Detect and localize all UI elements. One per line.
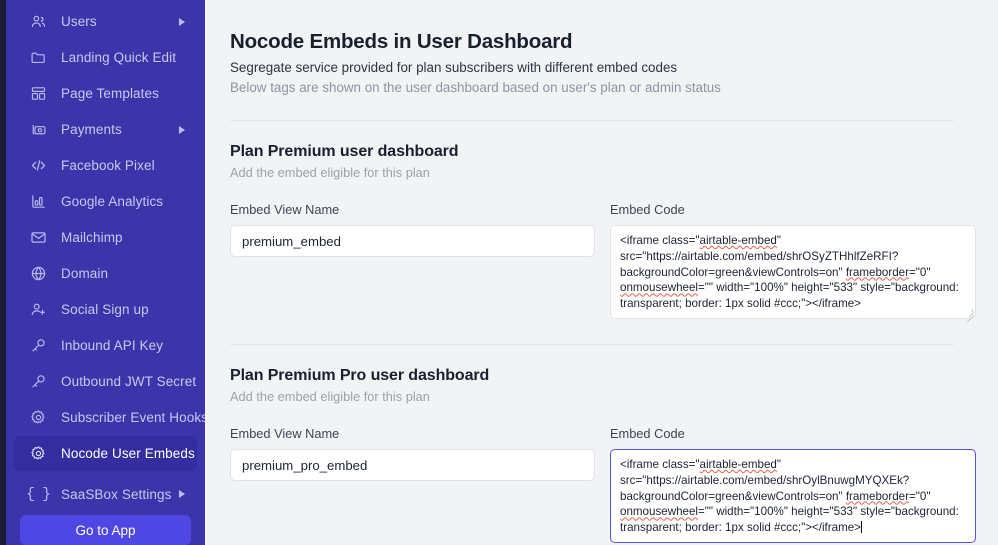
key-icon (28, 336, 48, 356)
section-subtitle: Add the embed eligible for this plan (230, 165, 430, 180)
sidebar-item-nocode-user-embeds[interactable]: Nocode User Embeds (14, 436, 197, 471)
embed-code-field-group: Embed Code <iframe class="airtable-embed"… (610, 426, 976, 543)
form-row: Embed View Name Embed Code <iframe class="… (230, 202, 976, 323)
section-title: Plan Premium Pro user dashboard (230, 367, 490, 384)
sidebar-item-label: Google Analytics (61, 194, 164, 209)
section-subtitle: Add the embed eligible for this plan (230, 389, 430, 404)
page-hint: Below tags are shown on the user dashboa… (230, 80, 721, 95)
sidebar-item-label: Payments (61, 122, 122, 137)
curly-braces-icon: { } (26, 485, 51, 503)
sidebar-item-label: Landing Quick Edit (61, 50, 177, 65)
section-title: Plan Premium user dashboard (230, 143, 459, 160)
embed-view-name-input[interactable] (230, 225, 595, 257)
sidebar-item-payments[interactable]: Payments (14, 112, 197, 147)
sidebar-item-label: Page Templates (61, 86, 159, 101)
sidebar-item-label: Inbound API Key (61, 338, 164, 353)
sidebar-item-google-analytics[interactable]: Google Analytics (14, 184, 197, 219)
sidebar-item-social-sign-up[interactable]: Social Sign up (14, 292, 197, 327)
sidebar-item-landing-quick-edit[interactable]: Landing Quick Edit (14, 40, 197, 75)
embed-code-label: Embed Code (610, 202, 685, 217)
sidebar-item-users[interactable]: Users (14, 4, 197, 39)
sidebar-item-outbound-jwt-secret[interactable]: Outbound JWT Secret (14, 364, 197, 399)
page-templates-icon (28, 84, 48, 104)
embed-code-field-group: Embed Code <iframe class="airtable-embed"… (610, 202, 976, 323)
sidebar-item-label: Mailchimp (61, 230, 123, 245)
page-title: Nocode Embeds in User Dashboard (230, 30, 573, 53)
embed-section: Plan Premium Pro user dashboard Add the e… (230, 345, 976, 543)
key-icon (28, 372, 48, 392)
sidebar-item-page-templates[interactable]: Page Templates (14, 76, 197, 111)
sidebar-item-subscriber-event-hooks[interactable]: Subscriber Event Hooks (14, 400, 205, 435)
embed-code-wrapper: <iframe class="airtable-embed" src="http… (610, 225, 976, 323)
sidebar-item-label: Nocode User Embeds (61, 446, 195, 461)
embed-view-name-label: Embed View Name (230, 426, 340, 441)
sidebar-item-mailchimp[interactable]: Mailchimp (14, 220, 197, 255)
bar-chart-icon (28, 192, 48, 212)
embed-name-field-group: Embed View Name (230, 426, 595, 543)
envelope-icon (28, 228, 48, 248)
embed-name-field-group: Embed View Name (230, 202, 595, 319)
embed-view-name-input[interactable] (230, 449, 595, 481)
go-to-app-button[interactable]: Go to App (20, 515, 191, 545)
main-content: Nocode Embeds in User Dashboard Segregat… (205, 0, 998, 545)
sidebar-item-facebook-pixel[interactable]: Facebook Pixel (14, 148, 197, 183)
folder-icon (28, 48, 48, 68)
embed-code-textarea[interactable]: <iframe class="airtable-embed" src="http… (610, 225, 976, 319)
chevron-right-icon (179, 125, 185, 134)
user-plus-icon (28, 300, 48, 320)
page-subtitle: Segregate service provided for plan subs… (230, 60, 678, 75)
sidebar-item-label: SaaSBox Settings (61, 486, 172, 502)
embed-code-textarea[interactable]: <iframe class="airtable-embed" src="http… (610, 449, 976, 543)
sidebar-item-domain[interactable]: Domain (14, 256, 197, 291)
embed-view-name-label: Embed View Name (230, 202, 340, 217)
sidebar-item-label: Users (61, 14, 97, 29)
gear-icon (28, 444, 48, 464)
form-row: Embed View Name Embed Code <iframe class="… (230, 426, 976, 543)
sidebar-item-label: Subscriber Event Hooks (61, 410, 205, 425)
sidebar-item-label: Domain (61, 266, 109, 281)
chevron-right-icon (179, 17, 185, 26)
chevron-right-icon (179, 490, 185, 498)
sidebar-nav-list: Users Landing Quick Edit Page Templates Pay… (6, 0, 205, 472)
globe-icon (28, 264, 48, 284)
left-edge-sliver (0, 0, 6, 545)
embed-code-label: Embed Code (610, 426, 685, 441)
sidebar-item-label: Social Sign up (61, 302, 149, 317)
payments-icon (28, 120, 48, 140)
embed-section: Plan Premium user dashboard Add the embed… (230, 121, 976, 323)
sidebar-item-saasbox-settings[interactable]: { } SaaSBox Settings (14, 484, 197, 504)
sidebar-item-inbound-api-key[interactable]: Inbound API Key (14, 328, 197, 363)
sidebar-item-label: Outbound JWT Secret (61, 374, 197, 389)
code-brackets-icon (28, 156, 48, 176)
sections-container: Plan Premium user dashboard Add the embed… (230, 121, 976, 543)
sidebar-item-label: Facebook Pixel (61, 158, 155, 173)
sidebar: Users Landing Quick Edit Page Templates Pay… (0, 0, 205, 545)
users-icon (28, 12, 48, 32)
app-root: Users Landing Quick Edit Page Templates Pay… (0, 0, 998, 545)
sidebar-cta-wrap: Go to App (6, 507, 205, 545)
gear-icon (28, 408, 48, 428)
embed-code-wrapper: <iframe class="airtable-embed" src="http… (610, 449, 976, 543)
